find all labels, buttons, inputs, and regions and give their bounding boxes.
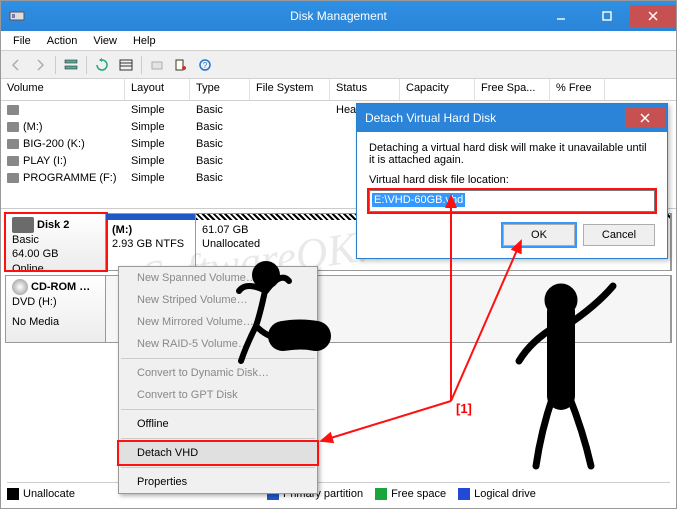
drive-icon xyxy=(7,122,19,132)
menu-help[interactable]: Help xyxy=(125,33,164,49)
help-button[interactable]: ? xyxy=(194,54,216,76)
col-volume[interactable]: Volume xyxy=(1,79,125,100)
stick-figure-1 xyxy=(211,251,341,371)
cancel-button[interactable]: Cancel xyxy=(583,224,655,246)
toolbar-list-icon[interactable] xyxy=(115,54,137,76)
dialog-field-label: Virtual hard disk file location: xyxy=(369,174,655,186)
toolbar-properties-icon[interactable] xyxy=(170,54,192,76)
window-titlebar: Disk Management xyxy=(1,1,676,31)
back-button[interactable] xyxy=(5,54,27,76)
menu-action[interactable]: Action xyxy=(39,33,86,49)
drive-icon xyxy=(7,139,19,149)
ctx-detach-vhd[interactable]: Detach VHD xyxy=(119,442,317,464)
vhd-path-input[interactable]: E:\VHD-60GB.vhd xyxy=(369,190,655,212)
ctx-properties[interactable]: Properties xyxy=(119,471,317,493)
toolbar-view-icon[interactable] xyxy=(60,54,82,76)
partition-m[interactable]: (M:)2.93 GB NTFS xyxy=(106,214,196,270)
window-minimize-button[interactable] xyxy=(538,5,584,27)
menu-bar: File Action View Help xyxy=(1,31,676,51)
callout-1: [1] xyxy=(456,401,472,416)
ok-button[interactable]: OK xyxy=(503,224,575,246)
detach-vhd-dialog: Detach Virtual Hard Disk Detaching a vir… xyxy=(356,103,668,259)
cdrom-label[interactable]: CD-ROM … DVD (H:) No Media xyxy=(6,276,106,342)
toolbar-action-icon[interactable] xyxy=(146,54,168,76)
dialog-close-button[interactable] xyxy=(625,108,665,128)
menu-view[interactable]: View xyxy=(85,33,125,49)
col-filesystem[interactable]: File System xyxy=(250,79,330,100)
col-capacity[interactable]: Capacity xyxy=(400,79,475,100)
drive-icon xyxy=(7,173,19,183)
cd-icon xyxy=(12,279,28,295)
toolbar: ? xyxy=(1,51,676,79)
drive-icon xyxy=(7,105,19,115)
ctx-convert-gpt: Convert to GPT Disk xyxy=(119,384,317,406)
dialog-title: Detach Virtual Hard Disk xyxy=(365,111,496,125)
refresh-button[interactable] xyxy=(91,54,113,76)
dialog-body-text: Detaching a virtual hard disk will make … xyxy=(369,142,655,166)
svg-text:?: ? xyxy=(203,61,208,70)
menu-file[interactable]: File xyxy=(5,33,39,49)
app-icon xyxy=(9,8,25,24)
swatch-logical xyxy=(458,488,470,500)
col-freespace[interactable]: Free Spa... xyxy=(475,79,550,100)
ctx-offline[interactable]: Offline xyxy=(119,413,317,435)
col-layout[interactable]: Layout xyxy=(125,79,190,100)
col-type[interactable]: Type xyxy=(190,79,250,100)
legend: Unallocate Primary partition Free space … xyxy=(7,482,670,502)
stick-figure-2 xyxy=(501,276,641,476)
dialog-titlebar: Detach Virtual Hard Disk xyxy=(357,104,667,132)
disk2-label[interactable]: Disk 2 Basic 64.00 GB Online xyxy=(6,214,106,270)
forward-button[interactable] xyxy=(29,54,51,76)
window-maximize-button[interactable] xyxy=(584,5,630,27)
swatch-unallocated xyxy=(7,488,19,500)
window-close-button[interactable] xyxy=(630,5,676,27)
drive-icon xyxy=(7,156,19,166)
disk-icon xyxy=(12,217,34,233)
col-pctfree[interactable]: % Free xyxy=(550,79,605,100)
col-status[interactable]: Status xyxy=(330,79,400,100)
volume-list-header: Volume Layout Type File System Status Ca… xyxy=(1,79,676,101)
swatch-freespace xyxy=(375,488,387,500)
